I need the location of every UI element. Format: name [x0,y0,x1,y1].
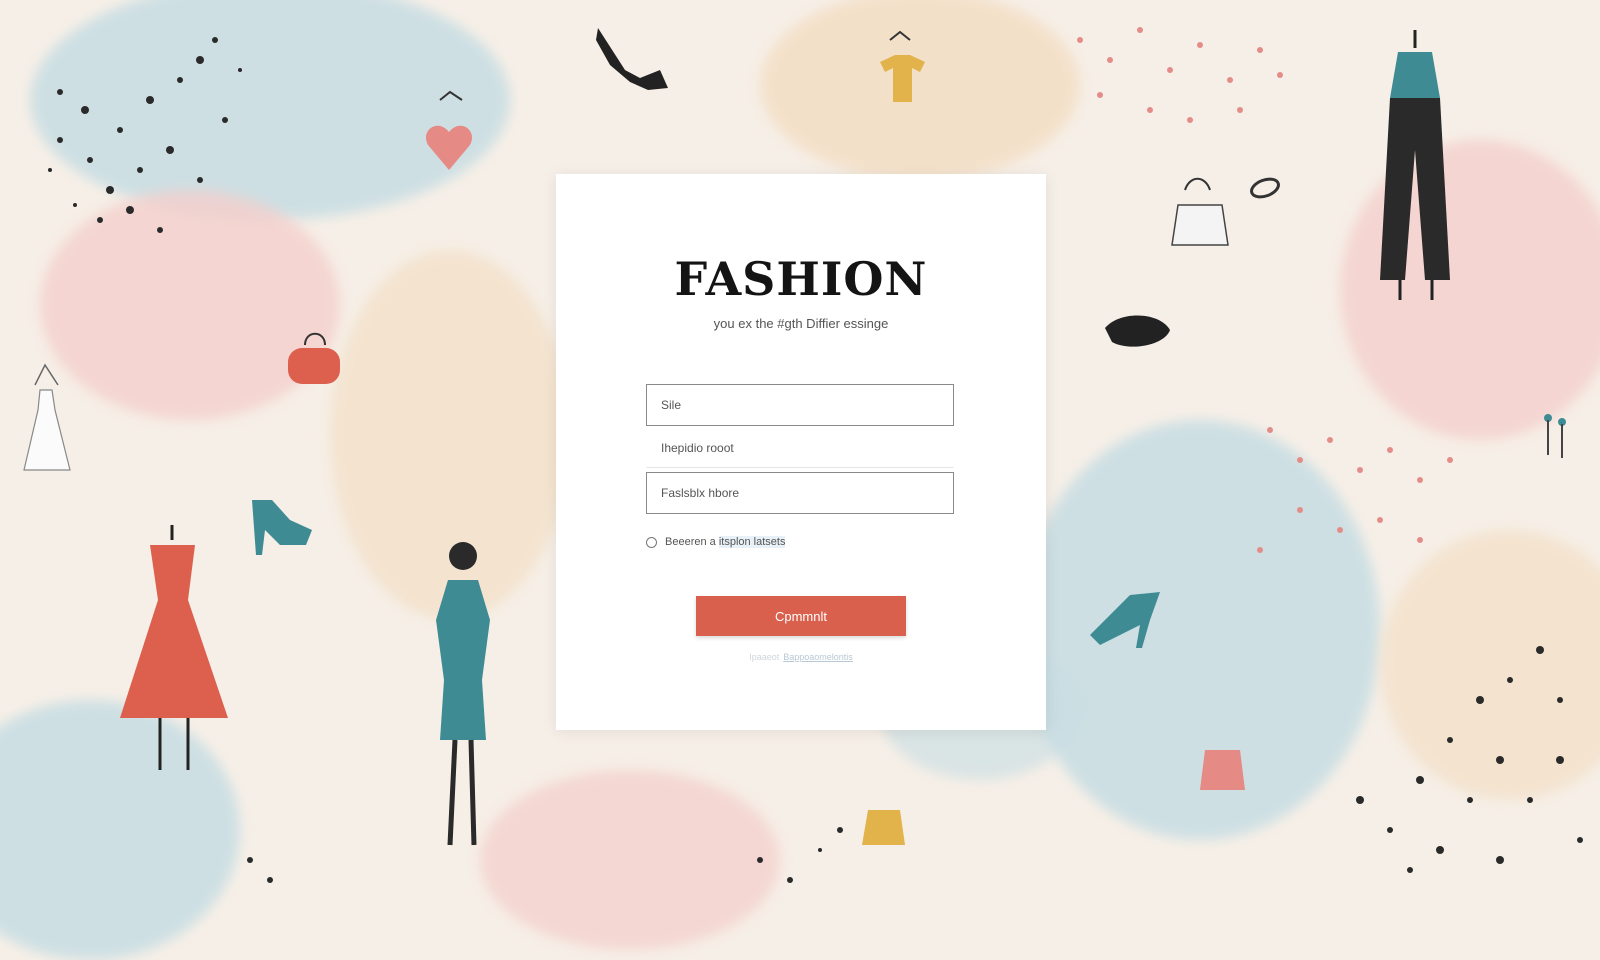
checkbox-label: Beeeren a itsplon latsets [665,536,786,548]
handbag-icon [1200,750,1245,790]
handbag-icon [1171,177,1229,246]
brand-title: FASHION [674,252,928,306]
high-heel-shoe-icon [252,500,312,555]
beret-hat-icon [1105,315,1170,347]
login-card: FASHION you ex the #gth Diffier essinge … [556,174,1046,730]
ring-icon [1250,177,1280,199]
radio-checkbox[interactable] [646,536,657,548]
dress-on-hanger-icon [23,363,71,471]
third-input-field[interactable] [646,472,954,514]
high-heel-shoe-icon [1090,592,1160,648]
purse-icon [288,332,340,384]
checkbox-row[interactable]: Beeeren a itsplon latsets [646,536,786,548]
footer-prefix: Ipaaeot [749,652,780,662]
footer-link[interactable]: Bappoaomelontis [783,652,853,662]
earrings-icon [1544,414,1566,458]
footer-link-row: Ipaaeot Bappoaomelontis [556,652,1046,662]
submit-button[interactable]: Cpmmnlt [696,596,906,636]
handbag-icon [862,810,905,845]
tshirt-on-hanger-icon [880,30,925,102]
mannequin-jumpsuit-icon [1380,30,1450,300]
second-input-field[interactable] [646,428,954,468]
high-heel-shoe-icon [596,28,668,90]
heart-on-hanger-icon [426,90,472,170]
first-input-field[interactable] [646,384,954,426]
woman-silhouette-icon [436,542,490,846]
red-dress-mannequin-icon [120,525,228,770]
brand-subtitle: you ex the #gth Diffier essinge [713,316,889,331]
